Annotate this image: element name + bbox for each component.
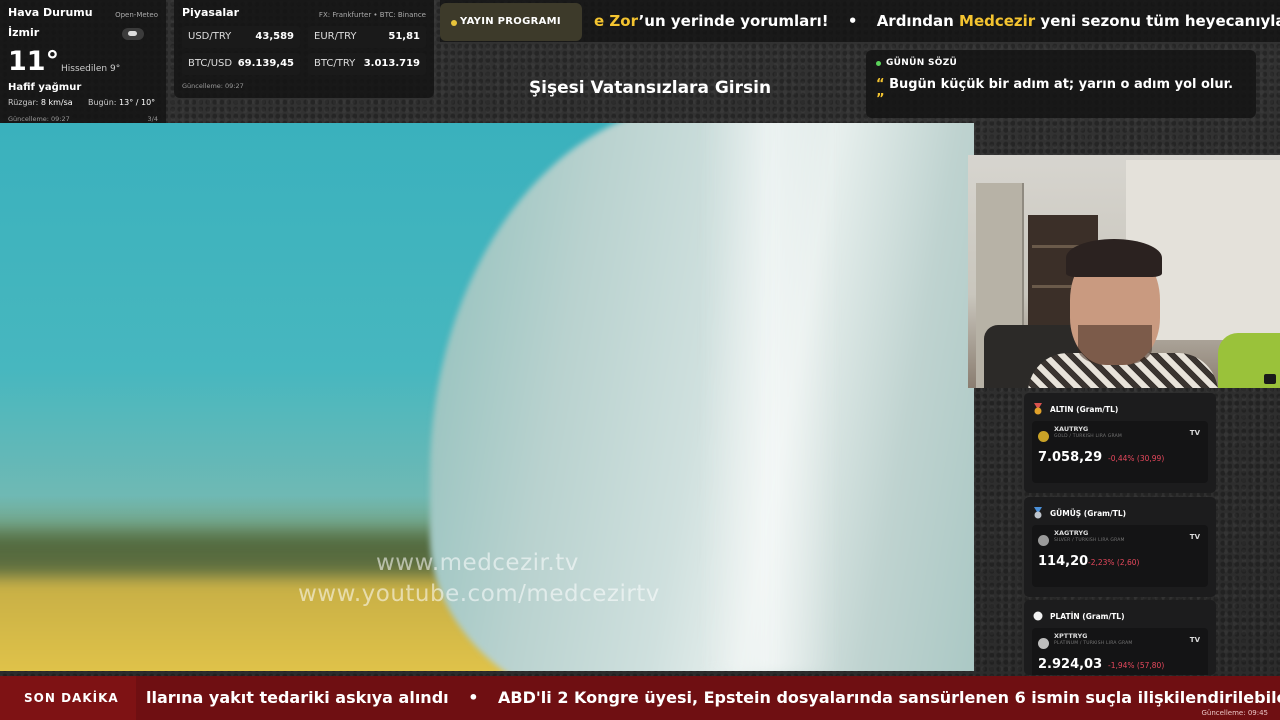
- ticker-segment: yeni sezonu tüm heyecanıyla sizlerle: [1040, 12, 1280, 30]
- market-label: USD/TRY: [188, 31, 232, 42]
- quote-title: GÜNÜN SÖZÜ: [876, 58, 1246, 68]
- webcam-person-hair: [1066, 239, 1162, 277]
- markets-source: FX: Frankfurter • BTC: Binance: [318, 11, 426, 19]
- main-video-player[interactable]: www.medcezir.tv www.youtube.com/medcezir…: [0, 123, 974, 671]
- weather-temperature: 11°: [8, 46, 60, 77]
- quote-close-mark: ”: [876, 92, 885, 107]
- commodity-title: ALTIN (Gram/TL): [1050, 405, 1119, 414]
- commodity-card-silver: GÜMÜŞ (Gram/TL) XAGTRYG SILVER / TURKISH…: [1024, 497, 1216, 597]
- breaking-news-text: llarına yakıt tedariki askıya alındı • A…: [146, 688, 1280, 707]
- ticker-segment: ’un yerinde yorumları!: [638, 12, 829, 30]
- quote-of-the-day: GÜNÜN SÖZÜ “ Bugün küçük bir adım at; ya…: [866, 50, 1256, 118]
- market-cell-usdtry: USD/TRY 43,589: [182, 26, 300, 48]
- gold-coin-icon: [1038, 431, 1049, 442]
- market-label: EUR/TRY: [314, 31, 357, 42]
- breaking-news-badge: SON DAKİKA: [0, 676, 136, 720]
- program-ticker-text: e Zor’un yerinde yorumları! • Ardından M…: [594, 12, 1280, 30]
- commodity-change: -2,23% (2,60): [1088, 558, 1140, 567]
- market-cell-btctry: BTC/TRY 3.013.719: [308, 53, 426, 75]
- ticker-highlight: Medcezir: [959, 12, 1036, 30]
- weather-source: Open-Meteo: [115, 11, 158, 19]
- weather-today-value: 13° / 10°: [119, 98, 156, 107]
- market-value: 69.139,45: [237, 58, 294, 69]
- show-title: Şişesi Vatansızlara Girsin: [528, 78, 772, 98]
- commodity-body: XAUTRYG GOLD / TURKISH LIRA GRAM TV 7.05…: [1032, 421, 1208, 483]
- program-badge-label: YAYIN PROGRAMI: [460, 16, 561, 27]
- program-badge: YAYIN PROGRAMI: [440, 3, 582, 41]
- weather-wind-value: 8 km/sa: [40, 98, 73, 107]
- commodity-price: 7.058,29: [1038, 450, 1103, 465]
- camera-icon: [1264, 374, 1276, 384]
- tradingview-logo-icon[interactable]: TV: [1190, 533, 1200, 541]
- breaking-news-separator: •: [468, 688, 479, 707]
- weather-updated: Güncelleme: 09:27: [8, 115, 70, 123]
- commodity-subtitle: GOLD / TURKISH LIRA GRAM: [1054, 434, 1122, 439]
- weather-today-label: Bugün:: [88, 98, 117, 107]
- quote-title-label: GÜNÜN SÖZÜ: [886, 58, 958, 68]
- platinum-coin-icon: [1038, 638, 1049, 649]
- commodity-body: XAGTRYG SILVER / TURKISH LIRA GRAM TV 11…: [1032, 525, 1208, 587]
- commodity-title: PLATİN (Gram/TL): [1050, 612, 1125, 621]
- quote-body: Bugün küçük bir adım at; yarın o adım yo…: [889, 77, 1234, 92]
- cloud-rain-icon: [122, 28, 144, 40]
- tradingview-logo-icon[interactable]: TV: [1190, 429, 1200, 437]
- breaking-news-item: ABD'li 2 Kongre üyesi, Epstein dosyaları…: [498, 688, 1280, 707]
- commodity-price: 2.924,03: [1038, 657, 1103, 672]
- breaking-news-item: llarına yakıt tedariki askıya alındı: [146, 688, 449, 707]
- weather-widget: Hava Durumu Open-Meteo İzmir 11° Hissedi…: [0, 0, 166, 130]
- ticker-separator: •: [847, 12, 858, 30]
- market-value: 43,589: [255, 31, 294, 42]
- weather-wind-label: Rüzgar:: [8, 98, 39, 107]
- silver-coin-icon: [1038, 535, 1049, 546]
- breaking-news-updated: Güncelleme: 09:45: [1201, 709, 1268, 717]
- quote-text: “ Bugün küçük bir adım at; yarın o adım …: [876, 77, 1246, 107]
- commodity-body: XPTTRYG PLATINUM / TURKISH LIRA GRAM TV …: [1032, 628, 1208, 675]
- markets-updated: Güncelleme: 09:27: [182, 82, 244, 90]
- video-scene-veil-fold: [700, 123, 840, 671]
- platinum-circle-icon: [1033, 611, 1043, 621]
- markets-widget: Piyasalar FX: Frankfurter • BTC: Binance…: [174, 0, 434, 98]
- commodity-subtitle: PLATINUM / TURKISH LIRA GRAM: [1054, 641, 1133, 646]
- commodity-title: GÜMÜŞ (Gram/TL): [1050, 509, 1127, 518]
- weather-page-indicator: 3/4: [147, 115, 158, 123]
- webcam-person-beard: [1078, 325, 1152, 365]
- weather-feels-like: Hissedilen 9°: [61, 64, 121, 74]
- silver-medal-icon: [1034, 507, 1042, 519]
- market-cell-eurtry: EUR/TRY 51,81: [308, 26, 426, 48]
- breaking-news-bar: SON DAKİKA llarına yakıt tedariki askıya…: [0, 676, 1280, 720]
- market-label: BTC/USD: [188, 58, 233, 69]
- weather-wind: Rüzgar: 8 km/sa: [8, 98, 73, 107]
- commodity-card-gold: ALTIN (Gram/TL) XAUTRYG GOLD / TURKISH L…: [1024, 393, 1216, 493]
- commodity-symbol: XAUTRYG: [1054, 425, 1089, 433]
- market-value: 51,81: [388, 31, 420, 42]
- tradingview-logo-icon[interactable]: TV: [1190, 636, 1200, 644]
- gold-medal-icon: [1034, 403, 1042, 415]
- commodity-price: 114,20: [1038, 554, 1089, 569]
- quote-open-mark: “: [876, 77, 885, 92]
- market-cell-btcusd: BTC/USD 69.139,45: [182, 53, 300, 75]
- weather-description: Hafif yağmur: [8, 82, 82, 93]
- market-label: BTC/TRY: [314, 58, 356, 69]
- commodity-symbol: XAGTRYG: [1054, 529, 1089, 537]
- ticker-highlight: e Zor: [594, 12, 639, 30]
- market-value: 3.013.719: [363, 58, 420, 69]
- video-watermark-site: www.medcezir.tv: [376, 550, 579, 576]
- webcam-feed: [968, 155, 1280, 388]
- ticker-segment: Ardından: [876, 12, 960, 30]
- weather-today: Bugün: 13° / 10°: [88, 98, 155, 107]
- commodity-subtitle: SILVER / TURKISH LIRA GRAM: [1054, 538, 1125, 543]
- quote-dot-icon: [876, 61, 881, 66]
- commodity-symbol: XPTTRYG: [1054, 632, 1088, 640]
- program-ticker: YAYIN PROGRAMI e Zor’un yerinde yorumlar…: [440, 0, 1280, 42]
- commodity-change: -1,94% (57,80): [1108, 661, 1165, 670]
- video-watermark-youtube: www.youtube.com/medcezirtv: [298, 581, 660, 607]
- commodity-card-platinum: PLATİN (Gram/TL) XPTTRYG PLATINUM / TURK…: [1024, 600, 1216, 675]
- badge-dot-icon: [451, 20, 457, 26]
- commodity-change: -0,44% (30,99): [1108, 454, 1165, 463]
